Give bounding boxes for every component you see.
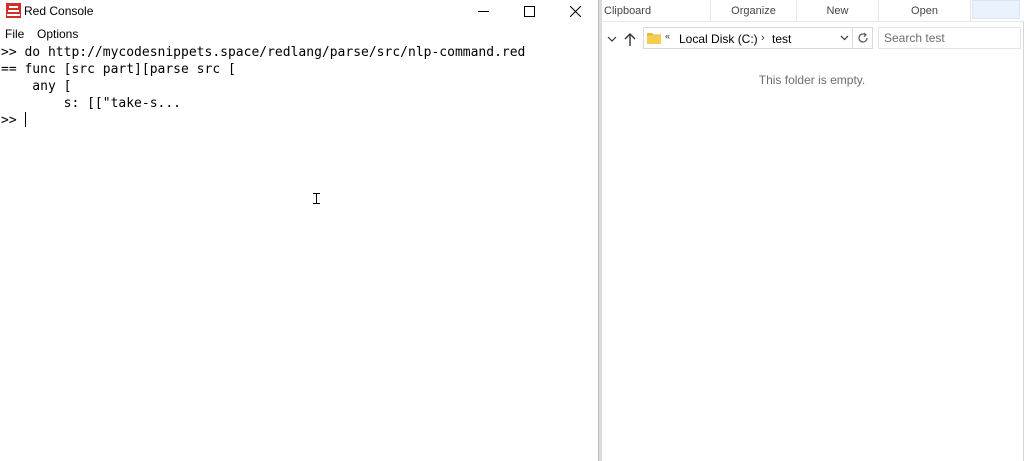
- red-logo-icon: [6, 3, 21, 18]
- empty-folder-message: This folder is empty.: [758, 73, 866, 87]
- ribbon: Clipboard Organize New Open: [602, 0, 1024, 22]
- ribbon-group-label: New: [826, 4, 849, 17]
- file-list-area[interactable]: This folder is empty.: [602, 52, 1022, 460]
- text-caret: [24, 112, 26, 127]
- maximize-icon: [523, 5, 535, 17]
- arrow-up-icon: [624, 32, 636, 46]
- breadcrumb-separator[interactable]: ›: [761, 32, 765, 44]
- address-history-dropdown[interactable]: [837, 28, 852, 48]
- up-button[interactable]: [622, 31, 638, 47]
- chevron-down-icon: [840, 35, 849, 41]
- folder-icon: [647, 33, 661, 44]
- chevron-down-icon: [607, 36, 617, 42]
- ibeam-cursor-icon: [313, 193, 320, 204]
- refresh-icon: [857, 32, 868, 43]
- ribbon-group-open[interactable]: Open: [879, 0, 971, 21]
- console-prompt-line[interactable]: >>: [1, 112, 591, 129]
- menu-file[interactable]: File: [5, 27, 24, 41]
- console-line: s: [["take-s...: [1, 96, 182, 111]
- menu-options[interactable]: Options: [37, 27, 78, 41]
- search-box[interactable]: [878, 27, 1021, 49]
- console-menubar: File Options: [0, 25, 598, 43]
- console-line: >> do http://mycodesnippets.space/redlan…: [1, 45, 526, 60]
- console-line: == func [src part][parse src [: [1, 62, 236, 77]
- breadcrumb-test[interactable]: test: [772, 32, 791, 46]
- navigation-bar: « Local Disk (C:) › test: [602, 27, 1024, 51]
- ribbon-group-organize[interactable]: Organize: [711, 0, 797, 21]
- console-output[interactable]: >> do http://mycodesnippets.space/redlan…: [1, 44, 591, 129]
- console-line: any [: [1, 79, 72, 94]
- ribbon-group-label: Organize: [731, 4, 776, 17]
- address-bar[interactable]: « Local Disk (C:) › test: [643, 27, 853, 49]
- window-title: Red Console: [24, 4, 94, 18]
- ribbon-group-label: Open: [911, 4, 938, 17]
- refresh-button[interactable]: [853, 27, 873, 49]
- red-console-window: Red Console File Options >> do http://my…: [0, 0, 599, 461]
- breadcrumb-local-disk[interactable]: Local Disk (C:): [679, 32, 758, 46]
- ribbon-group-new[interactable]: New: [797, 0, 879, 21]
- minimize-icon: [477, 10, 489, 12]
- file-explorer-window: Clipboard Organize New Open « Local Disk…: [602, 0, 1024, 461]
- console-titlebar[interactable]: Red Console: [0, 0, 598, 22]
- breadcrumb-overflow[interactable]: «: [665, 31, 670, 41]
- ribbon-group-label: Clipboard: [604, 4, 652, 17]
- recent-locations-button[interactable]: [604, 31, 620, 47]
- close-icon: [569, 5, 581, 17]
- maximize-button[interactable]: [506, 0, 552, 22]
- minimize-button[interactable]: [460, 0, 506, 22]
- console-prompt: >>: [1, 113, 17, 128]
- search-input[interactable]: [884, 29, 1014, 47]
- ribbon-select-group[interactable]: [972, 0, 1020, 19]
- ribbon-group-clipboard[interactable]: Clipboard: [602, 0, 711, 21]
- close-button[interactable]: [552, 0, 598, 22]
